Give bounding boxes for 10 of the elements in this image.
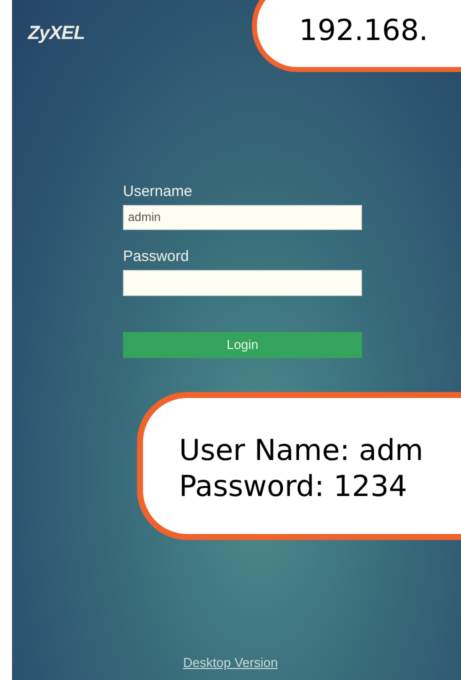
desktop-version-link[interactable]: Desktop Version: [183, 652, 278, 672]
logo: ZyXEL: [28, 22, 85, 46]
username-label: Username: [123, 182, 194, 200]
login-button[interactable]: Login: [123, 332, 362, 358]
callout-text: Password: 1234: [179, 468, 408, 504]
username-field[interactable]: admin: [123, 204, 362, 230]
callout-text: User Name: adm: [179, 432, 424, 468]
callout-text: 192.168.: [299, 13, 428, 47]
password-label: Password: [123, 248, 190, 266]
password-field[interactable]: [123, 270, 362, 296]
